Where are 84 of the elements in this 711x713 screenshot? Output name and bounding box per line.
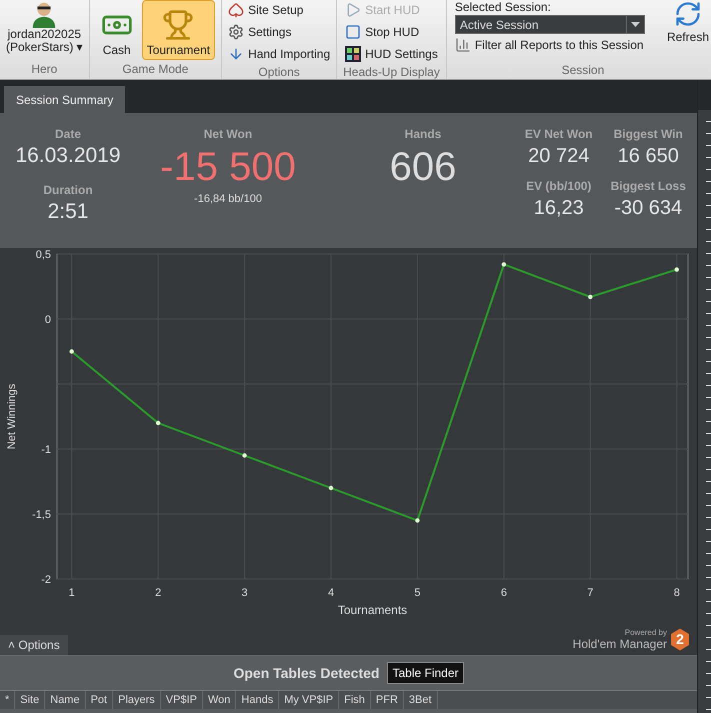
stat-value: 16 650 [618, 144, 679, 169]
stat-label: EV (bb/100) [526, 178, 592, 195]
chart-icon [454, 37, 471, 53]
column-header[interactable]: Fish [339, 691, 371, 709]
powered-by-text: Powered by [624, 628, 667, 637]
stat-label: Hands [404, 126, 442, 143]
x-tick-label: 6 [500, 587, 507, 599]
stat-value: 20 724 [528, 144, 590, 169]
data-point [328, 486, 334, 490]
column-header[interactable]: Name [45, 691, 86, 709]
data-point [242, 453, 247, 458]
session-label: Selected Session: [454, 0, 552, 14]
settings-icon [228, 24, 244, 40]
stat-value: 606 [390, 144, 456, 191]
data-point [156, 420, 160, 426]
filter-reports-button[interactable]: Filter all Reports to this Session [454, 36, 667, 54]
hero-site-dropdown[interactable]: (PokerStars) ▾ [6, 41, 83, 54]
y-tick-label: -1,5 [32, 509, 51, 521]
hud-button[interactable]: HUD Settings [345, 44, 438, 64]
stat-label: Net Won [204, 126, 252, 143]
stat-label: Biggest Win [614, 126, 683, 143]
column-header[interactable]: 3Bet [404, 691, 438, 709]
group-label: Game Mode [122, 61, 188, 78]
column-header[interactable]: Site [15, 691, 46, 709]
stat-value: 16.03.2019 [15, 143, 121, 169]
tab[interactable]: Session Summary [4, 86, 126, 113]
ribbon-command[interactable]: Settings [228, 22, 330, 42]
column-header[interactable]: Pot [86, 691, 114, 709]
ribbon-command[interactable]: Hand Importing [228, 44, 330, 64]
data-point [588, 294, 593, 300]
y-tick-label: 0,5 [36, 249, 51, 261]
data-point [70, 349, 74, 354]
x-tick-label: 2 [155, 587, 162, 599]
stat-label: Date [54, 126, 81, 143]
table-finder-button[interactable]: Table Finder [387, 662, 464, 684]
stat-value: 16,23 [534, 196, 584, 221]
hud-button[interactable]: Stop HUD [345, 22, 438, 42]
column-header[interactable]: Players [113, 691, 161, 709]
x-tick-label: 8 [674, 587, 680, 599]
x-tick-label: 3 [242, 587, 248, 599]
column-header[interactable]: Won [202, 691, 236, 709]
open-tables-title: Open Tables Detected [233, 664, 380, 683]
y-tick-label: 0 [44, 314, 51, 326]
stat-value: 2:51 [48, 199, 88, 225]
column-header[interactable]: Hands [236, 691, 280, 709]
session-dropdown[interactable]: Active Session [454, 15, 645, 34]
y-tick-label: -2 [41, 574, 51, 586]
column-header[interactable]: My VP$IP [279, 691, 340, 709]
y-axis-title: Net Winnings [6, 384, 18, 450]
data-point [502, 262, 506, 267]
stat-label: EV Net Won [524, 126, 593, 143]
options-toggle-button[interactable]: ˄ Options [0, 635, 68, 655]
hero-name: jordan202025 [8, 28, 82, 41]
stat-value: -30 634 [614, 196, 682, 221]
brand-name: Hold'em Manager [572, 637, 667, 651]
grid-icon [345, 46, 362, 62]
stat-label: Duration [43, 182, 93, 199]
data-point [415, 518, 420, 523]
x-tick-label: 1 [68, 587, 75, 599]
group-label: Hero [31, 61, 58, 78]
group-label: Heads-Up Display [343, 64, 440, 81]
group-label: Session [562, 63, 604, 79]
column-header[interactable]: * [0, 691, 16, 709]
x-tick-label: 5 [414, 587, 420, 599]
game-mode-button[interactable]: Tournament [142, 0, 216, 60]
ribbon-command[interactable]: Site Setup [228, 0, 330, 20]
net-won-subtext: -16,84 bb/100 [194, 192, 262, 207]
game-mode-button[interactable]: Cash [96, 0, 138, 60]
x-tick-label: 7 [587, 587, 594, 599]
trophy-icon [162, 9, 194, 41]
y-tick-label: -1 [41, 444, 51, 456]
stat-value: -15 500 [160, 144, 296, 191]
x-tick-label: 4 [328, 587, 334, 599]
stat-label: Biggest Loss [610, 178, 686, 195]
data-point [674, 267, 679, 272]
column-header[interactable]: PFR [370, 691, 404, 709]
x-axis-title: Tournaments [338, 603, 408, 617]
refresh-button[interactable]: Refresh [666, 0, 711, 54]
brand-badge: 2 [671, 628, 689, 650]
refresh-icon [674, 0, 702, 28]
stop-icon [345, 24, 362, 40]
group-label: Options [258, 64, 300, 81]
column-header[interactable]: VP$IP [160, 691, 203, 709]
play-icon [345, 2, 362, 18]
